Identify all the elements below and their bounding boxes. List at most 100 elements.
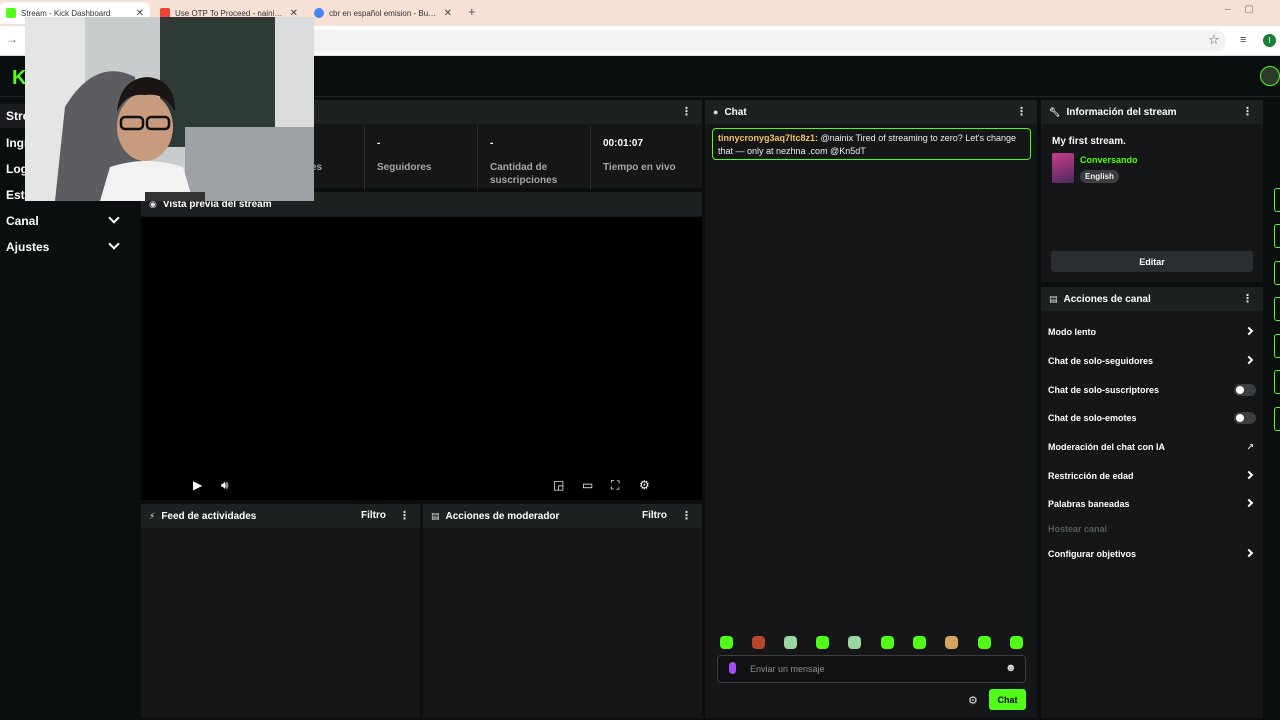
emote-icon[interactable] xyxy=(752,636,765,649)
chevron-right-icon xyxy=(1244,326,1254,336)
emote-icon[interactable] xyxy=(1010,636,1023,649)
kebab-menu-icon[interactable]: ⋮ xyxy=(681,105,692,118)
chat-username[interactable]: tinnycronyg3aq7ltc8z1: xyxy=(718,133,818,143)
filter-button[interactable]: Filtro xyxy=(361,510,386,521)
panel-title: Acciones de canal xyxy=(1063,293,1151,305)
emote-icon[interactable] xyxy=(848,636,861,649)
action-age-restriction[interactable]: Restricción de edad xyxy=(1048,468,1256,484)
theater-mode-icon[interactable]: ▭ xyxy=(582,478,593,492)
tab-google-search[interactable]: cbr en español emision - Busca ✕ xyxy=(308,2,458,24)
gear-icon[interactable]: ⚙ xyxy=(639,478,650,492)
forward-icon[interactable]: → xyxy=(6,32,18,46)
chat-bubble-icon: ● xyxy=(713,107,719,117)
action-ai-moderation[interactable]: Moderación del chat con IA ↗ xyxy=(1048,439,1256,455)
emote-icon[interactable] xyxy=(881,636,894,649)
action-slow-mode[interactable]: Modo lento xyxy=(1048,324,1256,340)
pip-icon[interactable]: ◲ xyxy=(553,478,564,492)
action-label: Modo lento xyxy=(1048,327,1096,337)
star-icon[interactable]: ☆ xyxy=(1208,32,1220,48)
emote-icon[interactable] xyxy=(720,636,733,649)
moderator-actions-panel: ▤ Acciones de moderador Filtro ⋮ xyxy=(423,504,702,718)
chat-panel: ● Chat ⋮ xyxy=(705,100,1037,718)
emoji-icon[interactable]: ☻ xyxy=(1005,662,1017,674)
emote-icon[interactable] xyxy=(784,636,797,649)
kebab-menu-icon[interactable]: ⋮ xyxy=(399,509,410,522)
wrench-icon: 🔧︎ xyxy=(1049,106,1061,117)
subscribers-only-toggle[interactable] xyxy=(1234,384,1256,396)
chat-header: ● Chat xyxy=(705,100,1037,124)
action-emotes-only-chat: Chat de solo-emotes xyxy=(1048,410,1256,426)
action-label: Moderación del chat con IA xyxy=(1048,442,1166,452)
action-followers-only-chat[interactable]: Chat de solo-seguidores xyxy=(1048,353,1256,369)
avatar[interactable] xyxy=(1260,66,1280,86)
right-rail-tab[interactable] xyxy=(1274,334,1280,358)
right-rail-tab[interactable] xyxy=(1274,261,1280,285)
webcam-overlay xyxy=(25,17,314,201)
kebab-menu-icon[interactable]: ⋮ xyxy=(681,509,692,522)
action-label: Hostear canal xyxy=(1048,524,1108,534)
edit-stream-button[interactable]: Editar xyxy=(1051,251,1253,272)
chevron-right-icon xyxy=(1244,498,1254,508)
filter-button[interactable]: Filtro xyxy=(642,510,667,521)
chevron-down-icon xyxy=(108,238,120,250)
channel-actions-header: ▤ Acciones de canal xyxy=(1041,287,1263,311)
sidebar-item-label: Canal xyxy=(6,214,39,228)
chat-settings-gear-icon[interactable]: ⚙ xyxy=(968,694,978,707)
category-name[interactable]: Conversando xyxy=(1080,155,1138,165)
action-label: Palabras baneadas xyxy=(1048,499,1130,509)
right-rail-tab[interactable] xyxy=(1274,297,1280,321)
close-icon[interactable]: ✕ xyxy=(444,8,452,19)
stat-followers: - Seguidores xyxy=(365,126,478,190)
emote-icon[interactable] xyxy=(913,636,926,649)
play-icon[interactable]: ▶ xyxy=(193,478,202,492)
action-label: Chat de solo-suscriptores xyxy=(1048,385,1160,395)
kebab-menu-icon[interactable]: ⋮ xyxy=(1016,105,1027,118)
right-rail-tab[interactable] xyxy=(1274,407,1280,431)
emote-icon[interactable] xyxy=(978,636,991,649)
right-rail-tab[interactable] xyxy=(1274,370,1280,394)
chevron-right-icon xyxy=(1244,355,1254,365)
action-banned-words[interactable]: Palabras baneadas xyxy=(1048,496,1256,512)
new-tab-button[interactable]: + xyxy=(468,4,476,19)
action-label: Restricción de edad xyxy=(1048,471,1134,481)
window-controls[interactable]: –▢ xyxy=(1225,4,1268,15)
stat-live-time: 00:01:07 Tiempo en vivo xyxy=(591,126,702,190)
lightning-icon: ⚡︎ xyxy=(149,510,156,521)
microphone-icon[interactable] xyxy=(729,662,736,674)
stream-info-header: 🔧︎ Información del stream xyxy=(1041,100,1263,124)
emotes-only-toggle[interactable] xyxy=(1234,412,1256,424)
action-label: Chat de solo-seguidores xyxy=(1048,356,1154,366)
kebab-menu-icon[interactable]: ⋮ xyxy=(1242,292,1253,305)
stat-value: - xyxy=(490,138,494,149)
document-icon: ▤ xyxy=(431,510,440,521)
emote-icon[interactable] xyxy=(816,636,829,649)
action-host-channel: Hostear canal xyxy=(1048,521,1256,537)
fullscreen-icon[interactable]: ⛶ xyxy=(611,478,619,493)
action-label: Configurar objetivos xyxy=(1048,549,1137,559)
chevron-down-icon xyxy=(108,212,120,224)
panel-title: Chat xyxy=(724,106,747,118)
sidebar-item-settings[interactable]: Ajustes xyxy=(6,238,130,254)
chat-message[interactable]: tinnycronyg3aq7ltc8z1: @nainix Tired of … xyxy=(712,128,1031,160)
kebab-menu-icon[interactable]: ⋮ xyxy=(1242,105,1253,118)
right-rail-tab[interactable] xyxy=(1274,224,1280,248)
action-configure-goals[interactable]: Configurar objetivos xyxy=(1048,546,1256,562)
kick-icon xyxy=(6,8,16,18)
volume-icon[interactable]: 🔊︎ xyxy=(221,478,229,493)
panel-title: Acciones de moderador xyxy=(445,510,560,522)
sidebar-item-label: Ajustes xyxy=(6,240,50,254)
stat-value: - xyxy=(377,138,381,149)
stat-subscriptions: - Cantidad de suscripciones xyxy=(478,126,591,190)
stat-label: Tiempo en vivo xyxy=(603,162,676,173)
external-link-icon: ↗ xyxy=(1246,442,1254,452)
right-rail-tab[interactable] xyxy=(1274,188,1280,212)
stat-label: Cantidad de suscripciones xyxy=(490,162,558,186)
stream-preview-video[interactable] xyxy=(141,217,702,500)
sidebar-item-channel[interactable]: Canal xyxy=(6,212,130,228)
chat-send-button[interactable]: Chat xyxy=(989,689,1026,710)
action-subscribers-only-chat: Chat de solo-suscriptores xyxy=(1048,382,1256,398)
media-control-icon[interactable]: ≡ xyxy=(1240,34,1246,46)
profile-icon[interactable]: I xyxy=(1263,34,1276,47)
emote-icon[interactable] xyxy=(945,636,958,649)
panel-title: Información del stream xyxy=(1066,106,1177,118)
